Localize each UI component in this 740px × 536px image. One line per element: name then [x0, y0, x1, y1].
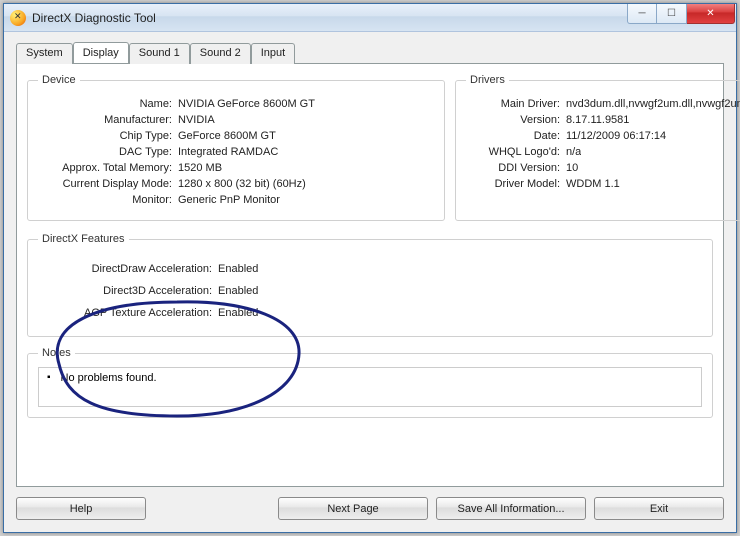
feature-d3d-label: Direct3D Acceleration:: [38, 285, 218, 297]
dxdiag-icon: [10, 10, 26, 26]
device-monitor-label: Monitor:: [38, 194, 178, 206]
feature-agp-label: AGP Texture Acceleration:: [38, 307, 218, 319]
device-name: NVIDIA GeForce 8600M GT: [178, 98, 315, 110]
device-dac: Integrated RAMDAC: [178, 146, 278, 158]
feature-d3d: Enabled: [218, 285, 258, 297]
device-monitor: Generic PnP Monitor: [178, 194, 280, 206]
device-mode: 1280 x 800 (32 bit) (60Hz): [178, 178, 306, 190]
maximize-button[interactable]: ☐: [657, 4, 687, 24]
dxdiag-window: DirectX Diagnostic Tool ─ ☐ ✕ System Dis…: [3, 3, 737, 533]
content-area: System Display Sound 1 Sound 2 Input Dev…: [4, 32, 736, 532]
notes-legend: Notes: [38, 347, 75, 359]
window-title: DirectX Diagnostic Tool: [32, 11, 156, 25]
tab-panel-display: Device Name:NVIDIA GeForce 8600M GT Manu…: [16, 63, 724, 487]
device-chip-label: Chip Type:: [38, 130, 178, 142]
features-legend: DirectX Features: [38, 233, 129, 245]
device-dac-label: DAC Type:: [38, 146, 178, 158]
minimize-button[interactable]: ─: [627, 4, 657, 24]
device-group: Device Name:NVIDIA GeForce 8600M GT Manu…: [27, 74, 445, 221]
tabstrip: System Display Sound 1 Sound 2 Input: [16, 42, 724, 63]
feature-agp: Enabled: [218, 307, 258, 319]
driver-ddi-label: DDI Version:: [466, 162, 566, 174]
driver-date-label: Date:: [466, 130, 566, 142]
footer-buttons: Help Next Page Save All Information... E…: [16, 497, 724, 520]
features-group: DirectX Features DirectDraw Acceleration…: [27, 233, 713, 337]
device-manufacturer-label: Manufacturer:: [38, 114, 178, 126]
driver-version: 8.17.11.9581: [566, 114, 629, 126]
bullet-icon: ▪: [47, 372, 51, 383]
device-mem-label: Approx. Total Memory:: [38, 162, 178, 174]
driver-whql-label: WHQL Logo'd:: [466, 146, 566, 158]
help-button[interactable]: Help: [16, 497, 146, 520]
close-button[interactable]: ✕: [687, 4, 735, 24]
tab-sound2[interactable]: Sound 2: [190, 43, 251, 64]
feature-dd-label: DirectDraw Acceleration:: [38, 263, 218, 275]
spacer: [154, 497, 270, 520]
exit-button[interactable]: Exit: [594, 497, 724, 520]
device-legend: Device: [38, 74, 80, 86]
device-name-label: Name:: [38, 98, 178, 110]
drivers-legend: Drivers: [466, 74, 509, 86]
notes-box: ▪ No problems found.: [38, 367, 702, 407]
tab-sound1[interactable]: Sound 1: [129, 43, 190, 64]
device-mem: 1520 MB: [178, 162, 222, 174]
tab-display[interactable]: Display: [73, 42, 129, 63]
titlebar[interactable]: DirectX Diagnostic Tool ─ ☐ ✕: [4, 4, 736, 32]
driver-main: nvd3dum.dll,nvwgf2um.dll,nvwgf2um: [566, 98, 740, 110]
device-chip: GeForce 8600M GT: [178, 130, 276, 142]
driver-version-label: Version:: [466, 114, 566, 126]
tab-input[interactable]: Input: [251, 43, 295, 64]
feature-dd: Enabled: [218, 263, 258, 275]
driver-main-label: Main Driver:: [466, 98, 566, 110]
driver-model: WDDM 1.1: [566, 178, 620, 190]
window-controls: ─ ☐ ✕: [627, 4, 735, 24]
device-manufacturer: NVIDIA: [178, 114, 215, 126]
drivers-group: Drivers Main Driver:nvd3dum.dll,nvwgf2um…: [455, 74, 740, 221]
device-mode-label: Current Display Mode:: [38, 178, 178, 190]
driver-model-label: Driver Model:: [466, 178, 566, 190]
driver-whql: n/a: [566, 146, 581, 158]
next-page-button[interactable]: Next Page: [278, 497, 428, 520]
save-all-button[interactable]: Save All Information...: [436, 497, 586, 520]
driver-ddi: 10: [566, 162, 578, 174]
notes-text: No problems found.: [61, 372, 157, 384]
driver-date: 11/12/2009 06:17:14: [566, 130, 666, 142]
notes-group: Notes ▪ No problems found.: [27, 347, 713, 418]
tab-system[interactable]: System: [16, 43, 73, 64]
